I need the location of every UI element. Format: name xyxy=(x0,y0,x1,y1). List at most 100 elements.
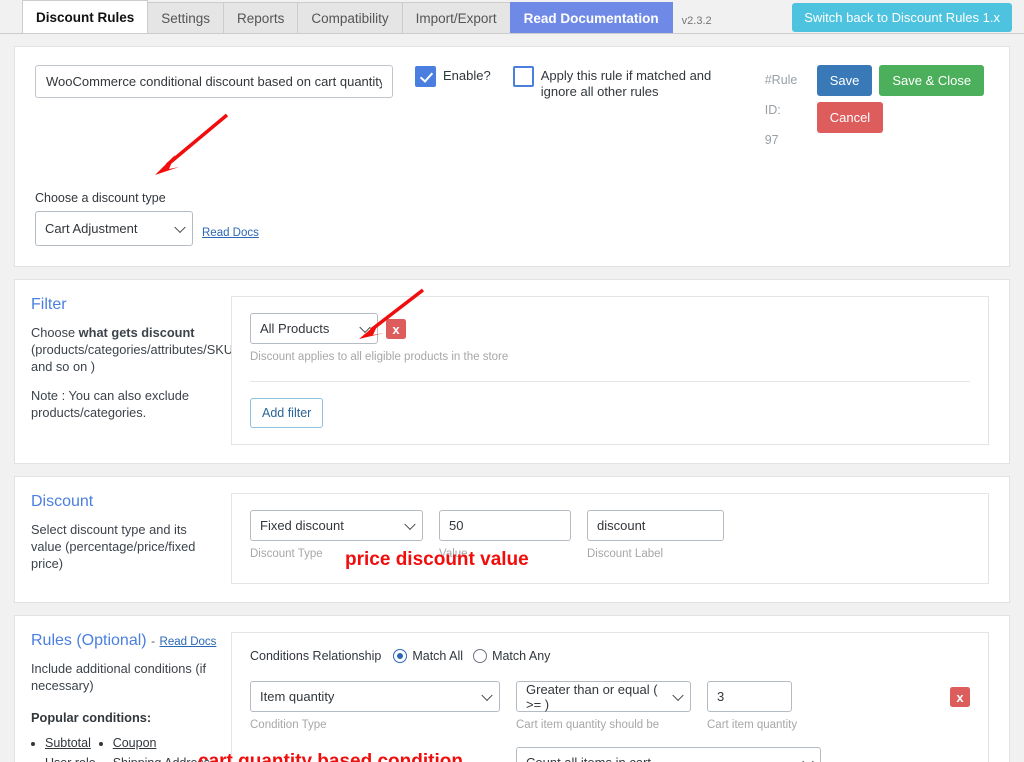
popular-condition-user-role[interactable]: User role xyxy=(45,756,96,762)
condition-operator-value: Greater than or equal ( >= ) xyxy=(526,682,664,712)
discount-label-field: Discount Label xyxy=(587,510,724,560)
remove-condition-button[interactable]: x xyxy=(950,687,970,707)
discount-description: Select discount type and its value (perc… xyxy=(31,521,217,572)
read-docs-link-rules[interactable]: Read Docs xyxy=(160,636,217,648)
condition-type-value: Item quantity xyxy=(260,689,334,704)
condition-type-helper: Condition Type xyxy=(250,719,500,731)
apply-rule-label: Apply this rule if matched and ignore al… xyxy=(541,65,741,100)
popular-condition-shipping-address[interactable]: Shipping Address xyxy=(113,756,210,762)
popular-condition-subtotal[interactable]: Subtotal xyxy=(45,736,91,750)
discount-value-input[interactable] xyxy=(439,510,571,541)
popular-conditions-col-1: Subtotal User role Days & Time Purchase … xyxy=(31,733,99,762)
rules-description: Include additional conditions (if necess… xyxy=(31,660,217,694)
rule-header-row: Enable? Apply this rule if matched and i… xyxy=(35,65,989,155)
condition-operator-helper: Cart item quantity should be xyxy=(516,719,691,731)
condition-quantity-input[interactable] xyxy=(707,681,792,712)
tab-label: Reports xyxy=(237,11,284,26)
switch-back-button[interactable]: Switch back to Discount Rules 1.x xyxy=(792,3,1012,32)
enable-checkbox-group[interactable]: Enable? xyxy=(415,65,491,87)
chevron-down-icon xyxy=(174,221,185,232)
condition-count-row: Count all items in cart How to calculate… xyxy=(516,747,970,762)
condition-type-select[interactable]: Item quantity xyxy=(250,681,500,712)
rule-id-block: #Rule ID: 97 xyxy=(765,65,817,155)
save-button[interactable]: Save xyxy=(817,65,873,96)
tab-reports[interactable]: Reports xyxy=(223,2,298,33)
popular-conditions-col-2: Coupon Shipping Address Category Combina… xyxy=(99,733,217,762)
condition-operator-select[interactable]: Greater than or equal ( >= ) xyxy=(516,681,691,712)
filter-description: Choose what gets discount (products/cate… xyxy=(31,324,217,375)
discount-right-column: Fixed discount Discount Type Value Disco… xyxy=(231,493,989,584)
condition-count-select[interactable]: Count all items in cart xyxy=(516,747,821,762)
discount-type-select[interactable]: Cart Adjustment xyxy=(35,211,193,246)
rules-left-column: Rules (Optional) - Read Docs Include add… xyxy=(31,632,231,762)
popular-condition-coupon[interactable]: Coupon xyxy=(113,736,157,750)
version-label: v2.3.2 xyxy=(682,15,712,27)
tab-label: Compatibility xyxy=(311,11,388,26)
rules-right-column: Conditions Relationship Match All Match … xyxy=(231,632,989,762)
discount-type-selected: Fixed discount xyxy=(260,518,344,533)
rule-id-label: #Rule ID: xyxy=(765,65,817,125)
conditions-relationship-row: Conditions Relationship Match All Match … xyxy=(250,649,970,663)
save-and-close-button[interactable]: Save & Close xyxy=(879,65,984,96)
condition-operator-field: Greater than or equal ( >= ) Cart item q… xyxy=(516,681,691,731)
tab-read-documentation[interactable]: Read Documentation xyxy=(510,2,673,33)
tab-import-export[interactable]: Import/Export xyxy=(402,2,511,33)
chevron-down-icon xyxy=(802,755,813,762)
filter-target-select[interactable]: All Products xyxy=(250,313,378,344)
condition-quantity-field: Cart item quantity xyxy=(707,681,797,731)
filter-helper-text: Discount applies to all eligible product… xyxy=(250,351,970,363)
filter-desc-prefix: Choose xyxy=(31,325,79,340)
apply-rule-checkbox[interactable] xyxy=(513,66,534,87)
condition-quantity-helper: Cart item quantity xyxy=(707,719,797,731)
list-item[interactable]: Coupon xyxy=(113,733,217,753)
popular-conditions-title: Popular conditions: xyxy=(31,710,217,725)
chevron-down-icon xyxy=(404,518,415,529)
popular-conditions-lists: Subtotal User role Days & Time Purchase … xyxy=(31,733,217,762)
list-item[interactable]: User role xyxy=(45,753,99,762)
condition-row: Item quantity Condition Type Greater tha… xyxy=(250,681,970,731)
radio-match-any[interactable] xyxy=(473,649,487,663)
remove-filter-button[interactable]: x xyxy=(386,319,406,339)
rules-title-dash: - xyxy=(151,634,155,648)
discount-fields-row: Fixed discount Discount Type Value Disco… xyxy=(250,510,970,560)
rules-title-text: Rules (Optional) xyxy=(31,632,147,649)
discount-label-input[interactable] xyxy=(587,510,724,541)
filter-panel: Filter Choose what gets discount (produc… xyxy=(14,279,1010,464)
radio-match-all[interactable] xyxy=(393,649,407,663)
main-tab-bar: Discount Rules Settings Reports Compatib… xyxy=(0,0,1024,34)
radio-match-any-label: Match Any xyxy=(492,649,550,663)
action-buttons-row-2: Cancel xyxy=(817,102,984,133)
read-docs-link-discount-type[interactable]: Read Docs xyxy=(202,227,259,239)
discount-type-block: Choose a discount type Cart Adjustment R… xyxy=(35,191,989,246)
filter-left-column: Filter Choose what gets discount (produc… xyxy=(31,296,231,445)
tab-label: Import/Export xyxy=(416,11,497,26)
list-item[interactable]: Shipping Address xyxy=(113,753,217,762)
conditions-relationship-label: Conditions Relationship xyxy=(250,649,381,663)
filter-section-title: Filter xyxy=(31,296,217,314)
chevron-down-icon xyxy=(672,689,683,700)
tab-settings[interactable]: Settings xyxy=(147,2,224,33)
add-filter-button[interactable]: Add filter xyxy=(250,398,323,428)
condition-count-value: Count all items in cart xyxy=(526,755,651,762)
enable-label: Enable? xyxy=(443,65,491,84)
rule-name-input[interactable] xyxy=(35,65,393,98)
rules-section-title: Rules (Optional) - Read Docs xyxy=(31,632,217,650)
tab-label: Read Documentation xyxy=(524,11,659,26)
discount-type-value-select[interactable]: Fixed discount xyxy=(250,510,423,541)
filter-select-row: All Products x xyxy=(250,313,970,344)
filter-desc-suffix: (products/categories/attributes/SKU and … xyxy=(31,342,233,374)
rules-columns: Rules (Optional) - Read Docs Include add… xyxy=(15,616,1009,762)
tab-compatibility[interactable]: Compatibility xyxy=(297,2,402,33)
apply-rule-checkbox-group[interactable]: Apply this rule if matched and ignore al… xyxy=(513,65,741,100)
discount-label-helper: Discount Label xyxy=(587,548,724,560)
rules-panel: Rules (Optional) - Read Docs Include add… xyxy=(14,615,1010,762)
enable-checkbox[interactable] xyxy=(415,66,436,87)
discount-value-field: Value xyxy=(439,510,571,560)
discount-type-value: Cart Adjustment xyxy=(45,221,138,236)
discount-section-title: Discount xyxy=(31,493,217,511)
cancel-button[interactable]: Cancel xyxy=(817,102,883,133)
discount-left-column: Discount Select discount type and its va… xyxy=(31,493,231,584)
list-item[interactable]: Subtotal xyxy=(45,733,99,753)
tab-discount-rules[interactable]: Discount Rules xyxy=(22,0,148,33)
filter-columns: Filter Choose what gets discount (produc… xyxy=(15,280,1009,463)
